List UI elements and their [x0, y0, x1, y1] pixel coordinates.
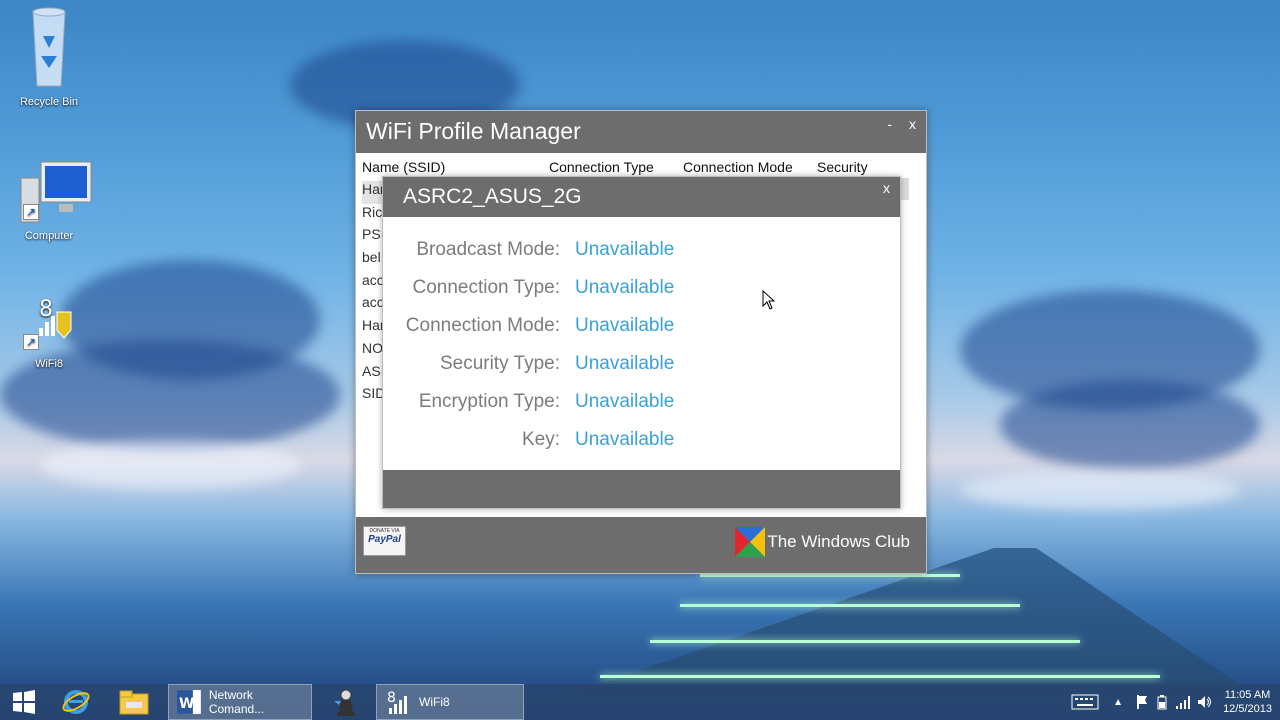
dialog-title: ASRC2_ASUS_2G	[403, 185, 582, 208]
field-row-encryption-type: Encryption Type: Unavailable	[383, 391, 900, 421]
taskbar-wifi8[interactable]: 8 WiFi8	[376, 684, 524, 720]
field-label: Security Type:	[439, 353, 560, 374]
paypal-donate-button[interactable]: DONATE VIA PayPal	[363, 526, 406, 556]
svg-text:W: W	[179, 696, 194, 712]
window-titlebar[interactable]: WiFi Profile Manager - x	[356, 111, 926, 153]
chess-icon	[334, 689, 355, 716]
column-header-connection-mode[interactable]: Connection Mode	[683, 159, 793, 175]
start-button[interactable]	[0, 684, 48, 720]
field-row-broadcast-mode: Broadcast Mode: Unavailable	[383, 239, 900, 269]
field-value: Unavailable	[575, 391, 675, 412]
windows-club-logo-icon	[735, 527, 766, 557]
field-value: Unavailable	[575, 277, 675, 298]
desktop-icon-computer[interactable]: ↗ Computer	[9, 160, 92, 242]
clock-date: 12/5/2013	[1223, 703, 1272, 715]
field-row-connection-mode: Connection Mode: Unavailable	[383, 315, 900, 345]
field-label: Broadcast Mode:	[416, 239, 560, 260]
the-windows-club-link[interactable]: The Windows Club	[735, 526, 910, 558]
file-explorer-icon	[119, 690, 149, 715]
field-label: Key:	[521, 429, 560, 450]
desktop-icon-recycle-bin[interactable]: Recycle Bin	[9, 6, 89, 108]
profile-details-dialog: ASRC2_ASUS_2G x Broadcast Mode: Unavaila…	[382, 176, 901, 509]
window-footer: DONATE VIA PayPal The Windows Club	[356, 517, 926, 573]
dialog-footer	[383, 470, 900, 508]
column-header-connection-type[interactable]: Connection Type	[549, 159, 654, 175]
volume-icon[interactable]	[1197, 694, 1213, 710]
svg-text:8: 8	[39, 297, 53, 322]
desktop-icon-wifi8[interactable]: 8 ↗ WiFi8	[9, 290, 89, 370]
column-header-security[interactable]: Security	[817, 159, 868, 175]
desktop-icon-label: Computer	[24, 230, 74, 242]
paypal-brand-text: PayPal	[368, 534, 401, 545]
shortcut-arrow-icon: ↗	[23, 204, 39, 220]
taskbar-word-network-comand[interactable]: W Network Comand...	[168, 684, 312, 720]
field-value: Unavailable	[575, 315, 675, 336]
show-hidden-icons-chevron-icon[interactable]: ▲	[1113, 697, 1123, 708]
taskbar: W Network Comand... 8 WiFi8 ▲ 11:05 AM 1…	[0, 684, 1280, 720]
wifi8-icon: 8 ↗	[21, 290, 77, 350]
close-button[interactable]: x	[909, 116, 916, 132]
field-row-connection-type: Connection Type: Unavailable	[383, 277, 900, 307]
taskbar-internet-explorer[interactable]	[52, 684, 100, 720]
desktop-icon-label: WiFi8	[34, 358, 64, 370]
clock-time: 11:05 AM	[1224, 689, 1271, 701]
action-center-flag-icon[interactable]	[1135, 694, 1149, 710]
list-scrollbar[interactable]	[901, 178, 909, 200]
computer-icon: ↗	[20, 160, 92, 223]
field-row-security-type: Security Type: Unavailable	[383, 353, 900, 383]
field-label: Connection Mode:	[405, 315, 560, 336]
touch-keyboard-icon[interactable]	[1071, 694, 1099, 710]
brand-text: The Windows Club	[767, 532, 910, 551]
wifi8-icon: 8	[387, 690, 407, 714]
battery-icon[interactable]	[1155, 694, 1169, 710]
dialog-titlebar[interactable]: ASRC2_ASUS_2G x	[383, 177, 900, 217]
window-title: WiFi Profile Manager	[366, 118, 581, 144]
field-value: Unavailable	[575, 239, 675, 260]
field-label: Encryption Type:	[418, 391, 560, 412]
minimize-button[interactable]: -	[887, 116, 892, 132]
desktop-icon-label: Recycle Bin	[19, 96, 79, 108]
field-value: Unavailable	[575, 353, 675, 374]
shortcut-arrow-icon: ↗	[23, 334, 39, 350]
word-icon: W	[176, 690, 201, 714]
field-value: Unavailable	[575, 429, 675, 450]
wifi-signal-icon[interactable]	[1175, 694, 1191, 710]
field-label: Connection Type:	[412, 277, 560, 298]
taskbar-item-label: Network Comand...	[208, 688, 265, 716]
start-icon	[13, 690, 35, 714]
svg-text:8: 8	[387, 690, 396, 706]
dialog-close-button[interactable]: x	[883, 180, 890, 196]
system-tray: ▲ 11:05 AM 12/5/2013	[1071, 684, 1272, 720]
recycle-bin-icon	[21, 6, 77, 87]
taskbar-item-label: WiFi8	[419, 695, 450, 709]
taskbar-chess[interactable]	[322, 684, 370, 720]
column-header-name[interactable]: Name (SSID)	[362, 159, 445, 175]
internet-explorer-icon	[62, 690, 90, 714]
field-row-key: Key: Unavailable	[383, 429, 900, 459]
taskbar-file-explorer[interactable]	[110, 684, 158, 720]
clock[interactable]: 11:05 AM 12/5/2013	[1223, 688, 1272, 716]
mouse-cursor-icon	[762, 290, 776, 310]
